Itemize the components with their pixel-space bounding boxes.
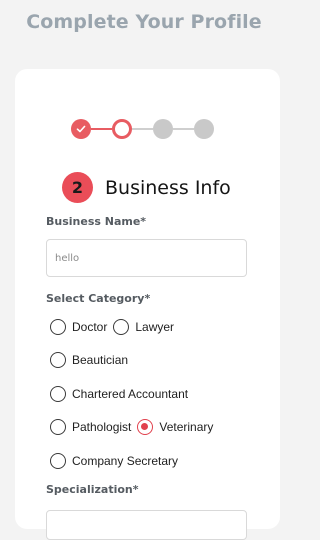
radio-chartered-accountant[interactable]: [50, 386, 66, 402]
radio-veterinary[interactable]: [137, 419, 154, 435]
radio-lawyer[interactable]: [113, 319, 130, 335]
radio-label-company-secretary: Company Secretary: [72, 454, 179, 468]
section-header: 2 Business Info: [62, 172, 231, 203]
specialization-input[interactable]: [46, 510, 247, 540]
step-4[interactable]: [194, 119, 214, 139]
radio-company-secretary[interactable]: [50, 453, 66, 469]
radio-option-beautician[interactable]: Beautician: [50, 352, 128, 368]
profile-card: 2 Business Info Business Name* hello Sel…: [15, 69, 280, 540]
category-row-1: Doctor Lawyer: [50, 318, 180, 336]
radio-pathologist[interactable]: [50, 419, 66, 435]
radio-label-lawyer: Lawyer: [135, 320, 175, 334]
radio-option-company-secretary[interactable]: Company Secretary: [50, 453, 178, 469]
stepper-line-1: [91, 128, 112, 130]
radio-option-pathologist[interactable]: Pathologist: [50, 419, 131, 435]
radio-label-chartered-accountant: Chartered Accountant: [72, 387, 189, 401]
business-name-label: Business Name*: [46, 215, 147, 228]
radio-beautician[interactable]: [50, 352, 66, 368]
radio-label-veterinary: Veterinary: [159, 420, 214, 434]
radio-label-pathologist: Pathologist: [72, 420, 132, 434]
category-label: Select Category*: [46, 292, 151, 305]
radio-label-beautician: Beautician: [72, 353, 129, 367]
radio-option-veterinary[interactable]: Veterinary: [137, 419, 213, 435]
step-3[interactable]: [153, 119, 173, 139]
category-row-5: Company Secretary: [50, 452, 184, 470]
category-row-3: Chartered Accountant: [50, 385, 194, 403]
specialization-label: Specialization*: [46, 483, 139, 496]
step-2-current[interactable]: [112, 119, 132, 139]
category-row-2: Beautician: [50, 351, 134, 369]
radio-option-doctor[interactable]: Doctor: [50, 319, 107, 335]
stepper-line-3: [173, 128, 194, 130]
progress-stepper: [71, 119, 227, 139]
category-row-4: Pathologist Veterinary: [50, 418, 219, 436]
radio-option-lawyer[interactable]: Lawyer: [113, 319, 174, 335]
business-name-input[interactable]: hello: [46, 239, 247, 277]
section-title: Business Info: [105, 176, 231, 199]
check-icon: [76, 125, 86, 133]
radio-option-chartered-accountant[interactable]: Chartered Accountant: [50, 386, 188, 402]
radio-label-doctor: Doctor: [72, 320, 108, 334]
step-1-done[interactable]: [71, 119, 91, 139]
stepper-line-2: [132, 128, 153, 130]
section-number-badge: 2: [62, 172, 93, 203]
page-title: Complete Your Profile: [26, 11, 262, 33]
radio-doctor[interactable]: [50, 319, 66, 335]
